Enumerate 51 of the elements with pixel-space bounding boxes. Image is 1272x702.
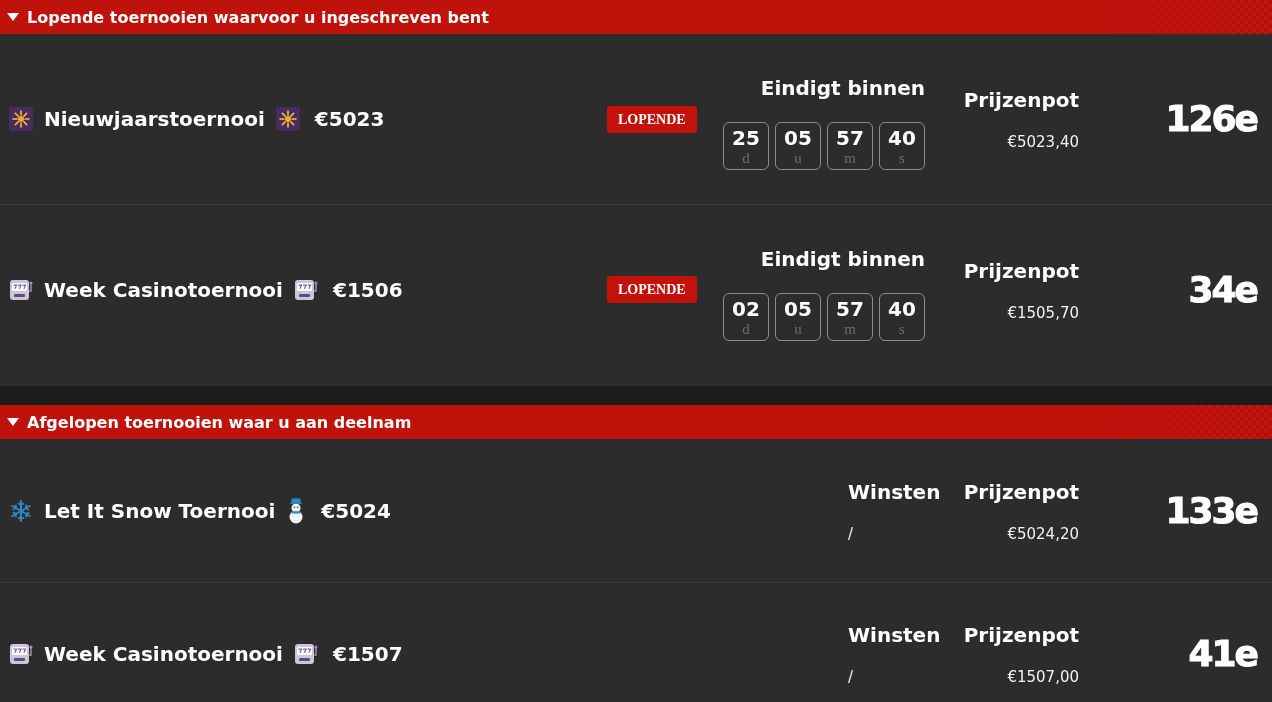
countdown-unit: m [844,321,856,337]
countdown-value: 57 [836,126,864,150]
prize-value: €1505,70 [1007,302,1079,323]
tournament-name: Week Casinotoernooi [44,642,283,666]
prize-value: €5023,40 [1007,132,1079,152]
slot-machine-icon [293,278,318,301]
countdown-label: Eindigt binnen [760,75,925,102]
winnings-label: Winsten [848,622,941,649]
countdown-value: 40 [888,296,916,321]
countdown-unit: d [742,321,750,337]
winnings-value: / [848,523,854,544]
rank-label: 126e [1165,99,1259,139]
prize-amount: €1506 [332,277,403,302]
prize-amount: €1507 [332,642,403,666]
countdown-value: 25 [732,126,760,150]
slot-machine-icon [293,643,318,665]
prize-label: Prijzenpot [963,622,1079,649]
section-header[interactable]: Lopende toernooien waarvoor u ingeschreven bent [0,0,1272,34]
prize-value: €5024,20 [1007,523,1079,544]
countdown-value: 02 [732,296,760,321]
section-header[interactable]: Afgelopen toernooien waar u aan deelnam [0,405,1272,439]
countdown-value: 05 [784,296,812,321]
rank-label: 133e [1165,490,1259,531]
countdown-unit: d [742,151,750,166]
countdown-unit: s [899,321,905,337]
slot-machine-icon [9,278,33,301]
prize-label: Prijzenpot [963,478,1079,506]
slot-machine-icon [9,643,33,665]
countdown-value: 05 [784,126,812,150]
countdown-unit: m [844,151,856,166]
prize-label: Prijzenpot [963,87,1079,114]
prize-label: Prijzenpot [963,257,1079,285]
tournament-name: Nieuwjaarstoernooi [44,107,265,131]
starburst-icon [9,107,33,131]
winnings-value: / [848,667,854,687]
tournament-name: Week Casinotoernooi [44,277,283,302]
winnings-label: Winsten [848,478,941,506]
snowflake-icon [9,498,33,523]
status-label: LOPENDE [607,105,697,133]
tournament-name: Let It Snow Toernooi [44,498,276,523]
prize-amount: €5023 [314,107,385,131]
status-label: LOPENDE [607,276,697,303]
prize-amount: €5024 [321,498,391,523]
countdown-value: 40 [888,126,916,150]
countdown-unit: s [899,151,905,166]
starburst-icon [275,107,300,131]
prize-value: €1507,00 [1007,667,1079,687]
countdown-label: Eindigt binnen [760,245,925,273]
countdown-value: 57 [836,296,864,321]
rank-label: 41e [1188,634,1259,674]
rank-label: 34e [1188,269,1259,310]
